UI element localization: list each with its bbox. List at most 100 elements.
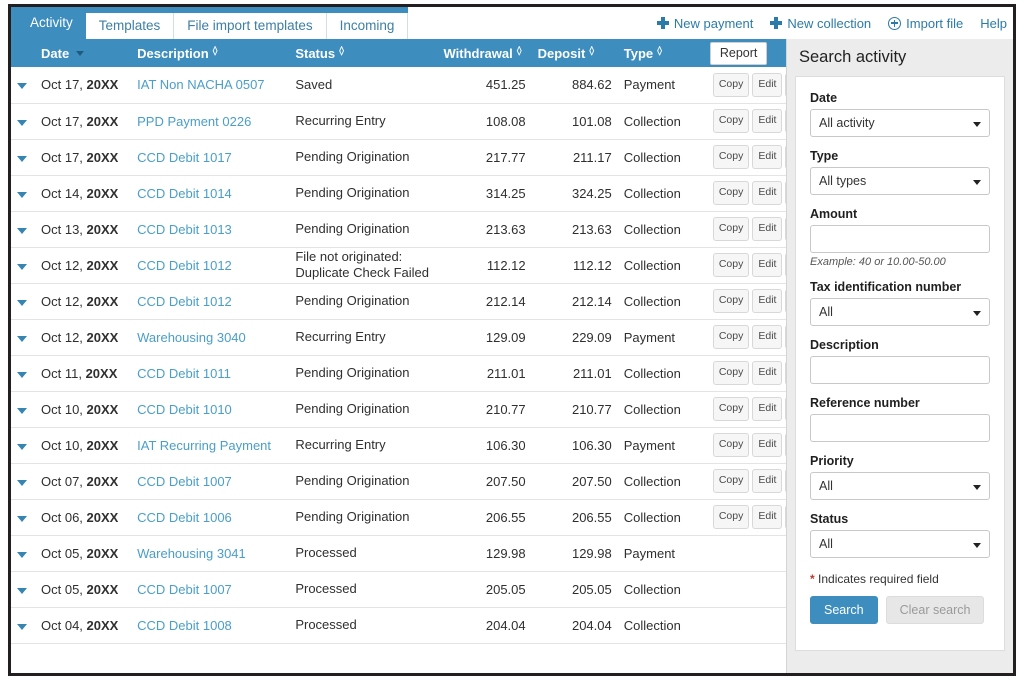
chevron-down-icon[interactable] bbox=[17, 407, 27, 414]
row-expand-cell[interactable] bbox=[11, 103, 36, 140]
row-description[interactable]: CCD Debit 1017 bbox=[131, 139, 290, 176]
row-expand-cell[interactable] bbox=[11, 499, 36, 536]
row-description[interactable]: CCD Debit 1010 bbox=[131, 391, 290, 428]
delete-button[interactable]: Delete bbox=[785, 397, 786, 421]
delete-button[interactable]: Delete bbox=[785, 505, 786, 529]
chevron-down-icon[interactable] bbox=[17, 83, 27, 90]
delete-button[interactable]: Delete bbox=[785, 361, 786, 385]
new-collection-link[interactable]: New collection bbox=[770, 16, 871, 31]
copy-button[interactable]: Copy bbox=[712, 145, 750, 169]
row-description-link[interactable]: PPD Payment 0226 bbox=[137, 114, 251, 129]
copy-button[interactable]: Copy bbox=[712, 253, 750, 277]
chevron-down-icon[interactable] bbox=[17, 515, 27, 522]
row-expand-cell[interactable] bbox=[11, 607, 36, 644]
sort-withdrawal[interactable]: Withdrawal ◊ bbox=[444, 46, 522, 61]
row-expand-cell[interactable] bbox=[11, 175, 36, 212]
search-input-description[interactable] bbox=[810, 356, 990, 384]
search-select-priority[interactable]: All bbox=[810, 472, 990, 500]
row-description[interactable]: CCD Debit 1006 bbox=[131, 499, 290, 536]
chevron-down-icon[interactable] bbox=[17, 479, 27, 486]
delete-button[interactable]: Delete bbox=[785, 325, 786, 349]
col-withdrawal[interactable]: Withdrawal ◊ bbox=[437, 39, 532, 67]
row-description[interactable]: CCD Debit 1014 bbox=[131, 175, 290, 212]
sort-description[interactable]: Description ◊ bbox=[137, 46, 217, 61]
chevron-down-icon[interactable] bbox=[17, 155, 27, 162]
copy-button[interactable]: Copy bbox=[712, 325, 750, 349]
row-description-link[interactable]: CCD Debit 1014 bbox=[137, 186, 232, 201]
row-expand-cell[interactable] bbox=[11, 463, 36, 500]
search-select-status[interactable]: All bbox=[810, 530, 990, 558]
delete-button[interactable]: Delete bbox=[785, 109, 786, 133]
edit-button[interactable]: Edit bbox=[752, 73, 783, 97]
row-expand-cell[interactable] bbox=[11, 391, 36, 428]
edit-button[interactable]: Edit bbox=[752, 361, 783, 385]
chevron-down-icon[interactable] bbox=[17, 551, 27, 558]
delete-button[interactable]: Delete bbox=[785, 181, 786, 205]
row-description-link[interactable]: CCD Debit 1010 bbox=[137, 402, 232, 417]
row-description[interactable]: Warehousing 3041 bbox=[131, 535, 290, 572]
row-description-link[interactable]: CCD Debit 1006 bbox=[137, 510, 232, 525]
report-button[interactable]: Report bbox=[709, 41, 768, 65]
edit-button[interactable]: Edit bbox=[752, 217, 783, 241]
col-deposit[interactable]: Deposit ◊ bbox=[531, 39, 618, 67]
delete-button[interactable]: Delete bbox=[785, 73, 786, 97]
tab-incoming[interactable]: Incoming bbox=[326, 13, 409, 39]
edit-button[interactable]: Edit bbox=[752, 289, 783, 313]
edit-button[interactable]: Edit bbox=[752, 325, 783, 349]
chevron-down-icon[interactable] bbox=[17, 371, 27, 378]
edit-button[interactable]: Edit bbox=[752, 109, 783, 133]
search-select-tax-identification-number[interactable]: All bbox=[810, 298, 990, 326]
tab-templates[interactable]: Templates bbox=[85, 13, 175, 39]
copy-button[interactable]: Copy bbox=[712, 469, 750, 493]
row-description[interactable]: IAT Recurring Payment bbox=[131, 427, 290, 464]
copy-button[interactable]: Copy bbox=[712, 505, 750, 529]
row-description-link[interactable]: CCD Debit 1013 bbox=[137, 222, 232, 237]
search-button[interactable]: Search bbox=[810, 596, 878, 624]
row-expand-cell[interactable] bbox=[11, 319, 36, 356]
row-expand-cell[interactable] bbox=[11, 283, 36, 320]
chevron-down-icon[interactable] bbox=[17, 587, 27, 594]
row-description-link[interactable]: CCD Debit 1012 bbox=[137, 294, 232, 309]
copy-button[interactable]: Copy bbox=[712, 109, 750, 133]
sort-type[interactable]: Type ◊ bbox=[624, 46, 662, 61]
chevron-down-icon[interactable] bbox=[17, 263, 27, 270]
delete-button[interactable]: Delete bbox=[785, 217, 786, 241]
row-description[interactable]: CCD Debit 1013 bbox=[131, 211, 290, 248]
row-expand-cell[interactable] bbox=[11, 139, 36, 176]
delete-button[interactable]: Delete bbox=[785, 253, 786, 277]
row-description[interactable]: CCD Debit 1008 bbox=[131, 607, 290, 644]
delete-button[interactable]: Delete bbox=[785, 433, 786, 457]
row-expand-cell[interactable] bbox=[11, 247, 36, 284]
row-description[interactable]: CCD Debit 1012 bbox=[131, 283, 290, 320]
row-description[interactable]: CCD Debit 1007 bbox=[131, 463, 290, 500]
col-description[interactable]: Description ◊ bbox=[131, 39, 290, 67]
row-description-link[interactable]: CCD Debit 1012 bbox=[137, 258, 232, 273]
search-select-type[interactable]: All types bbox=[810, 167, 990, 195]
copy-button[interactable]: Copy bbox=[712, 397, 750, 421]
copy-button[interactable]: Copy bbox=[712, 289, 750, 313]
row-expand-cell[interactable] bbox=[11, 535, 36, 572]
sort-date[interactable]: Date bbox=[41, 46, 85, 61]
tab-activity[interactable]: Activity bbox=[17, 7, 86, 39]
edit-button[interactable]: Edit bbox=[752, 505, 783, 529]
chevron-down-icon[interactable] bbox=[17, 227, 27, 234]
import-file-link[interactable]: Import file bbox=[888, 16, 963, 31]
row-description[interactable]: CCD Debit 1007 bbox=[131, 571, 290, 608]
search-select-date[interactable]: All activity bbox=[810, 109, 990, 137]
copy-button[interactable]: Copy bbox=[712, 181, 750, 205]
chevron-down-icon[interactable] bbox=[17, 443, 27, 450]
sort-status[interactable]: Status ◊ bbox=[295, 46, 344, 61]
edit-button[interactable]: Edit bbox=[752, 433, 783, 457]
chevron-down-icon[interactable] bbox=[17, 335, 27, 342]
col-date[interactable]: Date bbox=[35, 39, 132, 67]
tab-file-import-templates[interactable]: File import templates bbox=[174, 13, 327, 39]
col-type[interactable]: Type ◊ bbox=[617, 39, 704, 67]
row-description-link[interactable]: IAT Recurring Payment bbox=[137, 438, 271, 453]
edit-button[interactable]: Edit bbox=[752, 469, 783, 493]
delete-button[interactable]: Delete bbox=[785, 469, 786, 493]
row-description-link[interactable]: CCD Debit 1017 bbox=[137, 150, 232, 165]
row-description[interactable]: CCD Debit 1011 bbox=[131, 355, 290, 392]
chevron-down-icon[interactable] bbox=[17, 623, 27, 630]
clear-search-button[interactable]: Clear search bbox=[885, 596, 985, 624]
copy-button[interactable]: Copy bbox=[712, 433, 750, 457]
